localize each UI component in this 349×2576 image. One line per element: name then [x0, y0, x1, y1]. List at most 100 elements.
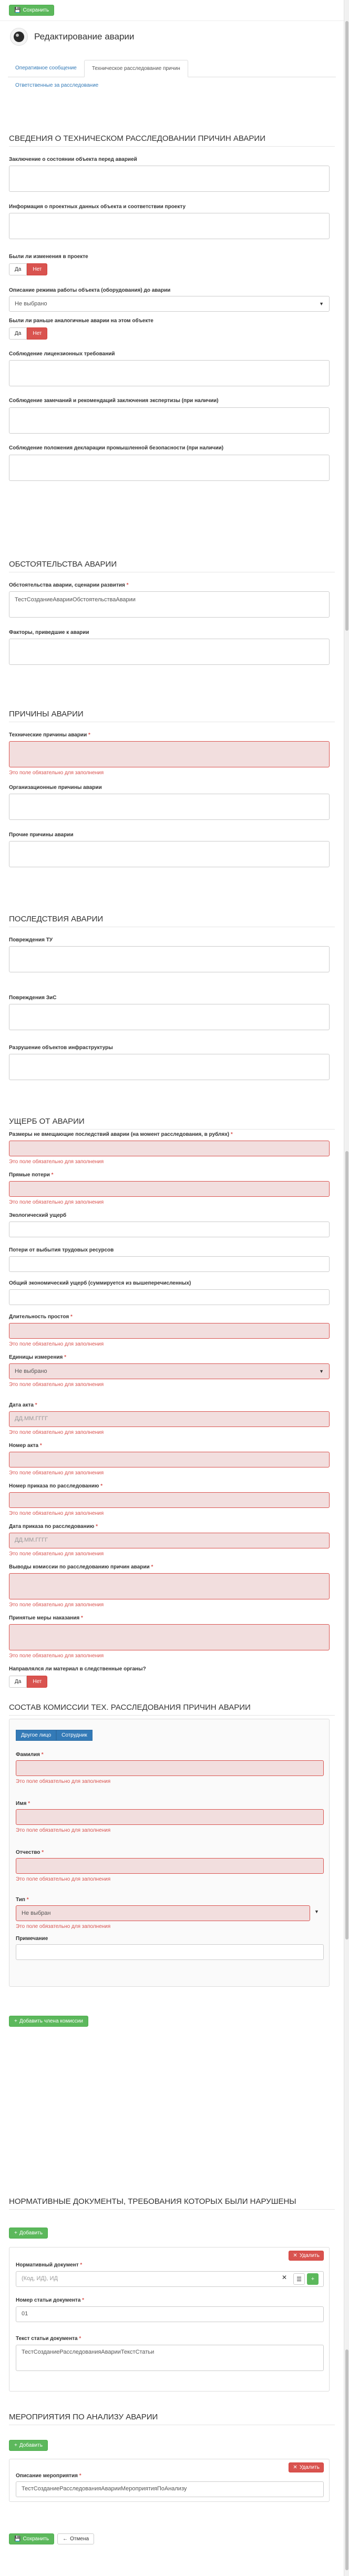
direct-losses-field[interactable] [9, 1181, 330, 1197]
plus-icon: + [14, 2442, 17, 2448]
license-requirements-field[interactable] [9, 360, 330, 386]
clear-icon[interactable]: ✕ [282, 2274, 287, 2281]
error-message: Это поле обязательно для заполнения [9, 770, 104, 776]
save-icon: 💾 [14, 7, 21, 13]
error-message: Это поле обязательно для заполнения [16, 1779, 111, 1784]
scrollbar[interactable] [344, 0, 349, 2576]
organizational-causes-field[interactable] [9, 794, 330, 820]
member-type-tabs: Другое лицо Сотрудник [16, 1730, 93, 1741]
state-before-accident-field[interactable] [9, 166, 330, 192]
safety-declaration-field[interactable] [9, 455, 330, 481]
member-type-select[interactable]: Не выбран [16, 1905, 310, 1921]
article-text-field[interactable]: ТестСозданиеРасследованияАварииТекстСтат… [16, 2345, 324, 2371]
field-label: Текст статьи документа * [16, 2336, 81, 2342]
tab-employee[interactable]: Сотрудник [56, 1730, 93, 1741]
error-message: Это поле обязательно для заполнения [9, 1551, 104, 1557]
order-number-field[interactable] [9, 1492, 330, 1508]
first-name-field[interactable] [16, 1809, 324, 1825]
patronymic-field[interactable] [16, 1858, 324, 1874]
delete-document-button[interactable]: ✕ Удалить [289, 2251, 324, 2261]
document-search-field[interactable]: (Код, ИД), ИД [16, 2271, 324, 2287]
section-title: Причины аварии [9, 710, 335, 722]
chevron-down-icon[interactable]: ▼ [314, 1908, 319, 1915]
cancel-button[interactable]: ← Отмена [57, 2533, 95, 2544]
delete-measure-button[interactable]: ✕ Удалить [289, 2462, 324, 2472]
field-label: Примечание [16, 1936, 48, 1942]
factors-field[interactable] [9, 639, 330, 665]
field-label: Дата акта * [9, 1402, 37, 1408]
scrollbar-thumb[interactable] [345, 1151, 348, 1939]
yes-button[interactable]: Да [9, 327, 27, 340]
commission-member-card: Другое лицо Сотрудник Фамилия * Это поле… [9, 1719, 330, 1987]
error-message: Это поле обязательно для заполнения [9, 1653, 104, 1659]
field-label: Соблюдение положения декларации промышле… [9, 445, 224, 451]
field-label: Экологический ущерб [9, 1213, 67, 1218]
scrollbar-thumb[interactable] [345, 21, 348, 631]
add-measure-button[interactable]: + Добавить [9, 2440, 48, 2451]
list-icon[interactable]: ☰ [293, 2273, 305, 2285]
damage-amount-field[interactable] [9, 1141, 330, 1156]
commission-conclusions-field[interactable] [9, 1573, 330, 1599]
circumstances-field[interactable]: ТестСозданиеАварииОбстоятельстваАварии [9, 591, 330, 618]
field-label: Общий экономический ущерб (суммируется и… [9, 1280, 191, 1286]
section-title: Состав комиссии тех. расследования причи… [9, 1703, 335, 1716]
error-message: Это поле обязательно для заполнения [9, 1430, 104, 1435]
field-label: Тип * [16, 1897, 29, 1903]
tab-responsible[interactable]: Ответственные за расследование [8, 77, 336, 94]
section-analysis-measures: Мероприятия по анализу аварии + Добавить… [9, 2413, 335, 2502]
app-logo [10, 28, 28, 46]
field-label: Номер приказа по расследованию * [9, 1483, 103, 1489]
section-causes: Причины аварии Технические причины авари… [9, 710, 335, 867]
project-data-field[interactable] [9, 213, 330, 239]
save-button-top[interactable]: 💾 Сохранить [9, 5, 55, 16]
save-button-bottom[interactable]: 💾 Сохранить [9, 2533, 55, 2544]
add-document-button[interactable]: + Добавить [9, 2228, 48, 2239]
scrollbar-thumb[interactable] [345, 2349, 348, 2570]
no-button[interactable]: Нет [27, 263, 48, 275]
tab-operational-report[interactable]: Оперативное сообщение [8, 60, 84, 77]
total-damage-field[interactable] [9, 1289, 330, 1305]
field-label: Соблюдение лицензионных требований [9, 351, 115, 357]
field-label: Технические причины аварии * [9, 732, 90, 738]
close-icon: ✕ [293, 2465, 297, 2470]
field-label: Нормативный документ * [16, 2262, 83, 2268]
ecological-damage-field[interactable] [9, 1222, 330, 1237]
downtime-field[interactable] [9, 1323, 330, 1339]
note-field[interactable] [16, 1944, 324, 1960]
error-message: Это поле обязательно для заполнения [16, 1876, 111, 1882]
article-number-field[interactable]: 01 [16, 2306, 324, 2322]
no-button[interactable]: Нет [27, 1676, 48, 1688]
last-name-field[interactable] [16, 1760, 324, 1776]
other-causes-field[interactable] [9, 841, 330, 867]
measure-description-field[interactable]: ТестСозданиеРасследованияАварииМероприят… [16, 2481, 324, 2497]
technical-causes-field[interactable] [9, 741, 330, 767]
field-label: Были ли раньше аналогичные аварии на это… [9, 318, 153, 324]
yes-button[interactable]: Да [9, 1676, 27, 1688]
field-label: Организационные причины аварии [9, 785, 102, 791]
order-date-field[interactable]: ДД.ММ.ГГГГ [9, 1533, 330, 1548]
yes-button[interactable]: Да [9, 263, 27, 275]
close-icon: ✕ [293, 2253, 297, 2259]
back-arrow-icon: ← [63, 2536, 68, 2542]
tu-damage-field[interactable] [9, 946, 330, 972]
no-button[interactable]: Нет [27, 327, 48, 340]
plus-icon[interactable]: + [307, 2273, 319, 2285]
act-number-field[interactable] [9, 1452, 330, 1467]
operating-mode-select[interactable]: Не выбрано ▼ [9, 296, 330, 312]
field-label: Прямые потери * [9, 1172, 54, 1178]
expertise-remarks-field[interactable] [9, 407, 330, 434]
punishment-measures-field[interactable] [9, 1624, 330, 1650]
zis-damage-field[interactable] [9, 1004, 330, 1030]
error-message: Это поле обязательно для заполнения [9, 1470, 104, 1476]
labor-loss-field[interactable] [9, 1256, 330, 1272]
top-toolbar: 💾 Сохранить [0, 0, 344, 21]
error-message: Это поле обязательно для заполнения [9, 1511, 104, 1516]
add-member-button[interactable]: + Добавить члена комиссии [9, 2016, 88, 2027]
tab-other-person[interactable]: Другое лицо [16, 1730, 57, 1741]
error-message: Это поле обязательно для заполнения [9, 1382, 104, 1388]
tab-technical-investigation[interactable]: Техническое расследование причин [84, 60, 188, 77]
units-select[interactable]: Не выбрано ▼ [9, 1363, 330, 1379]
act-date-field[interactable]: ДД.ММ.ГГГГ [9, 1411, 330, 1427]
infrastructure-damage-field[interactable] [9, 1054, 330, 1080]
field-label: Выводы комиссии по расследованию причин … [9, 1564, 153, 1570]
